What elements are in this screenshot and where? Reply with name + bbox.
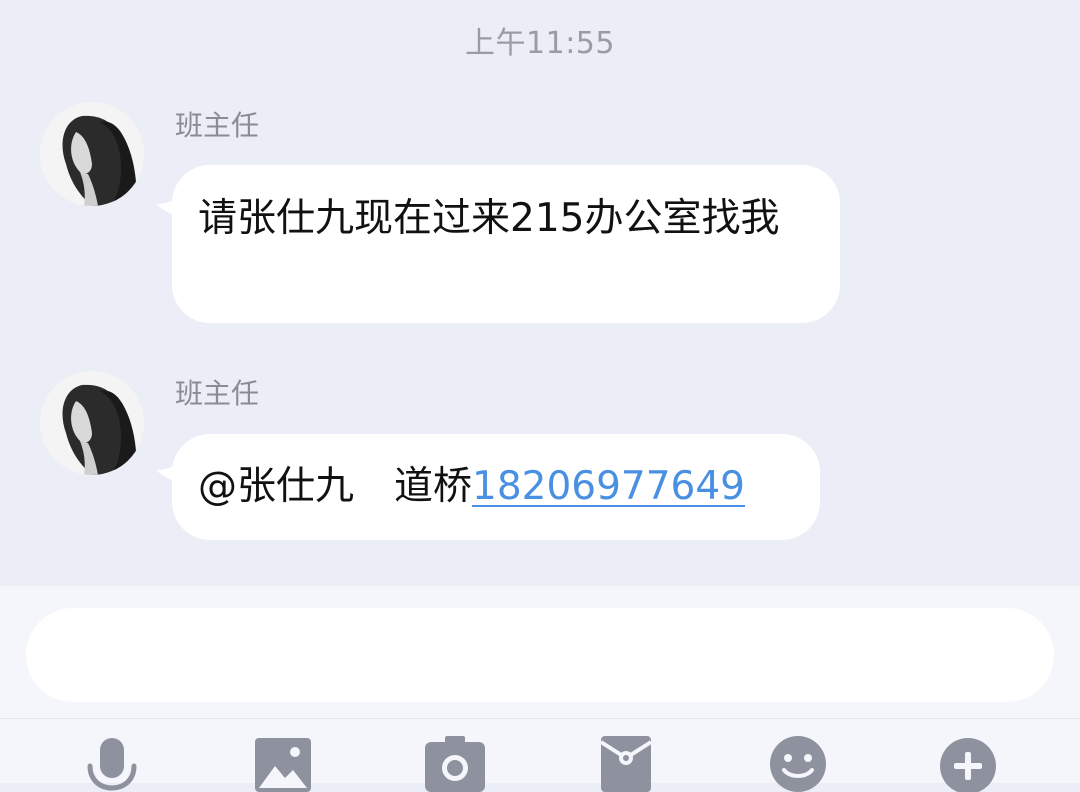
voice-button[interactable]: [80, 732, 144, 792]
red-packet-button[interactable]: [595, 732, 659, 792]
phone-number-link[interactable]: 18206977649: [472, 464, 745, 509]
message-text: 道桥: [394, 464, 473, 509]
sender-name: 班主任: [175, 377, 260, 410]
toolbar-divider: [0, 718, 1080, 719]
sender-avatar[interactable]: [40, 102, 144, 206]
sender-avatar[interactable]: [40, 371, 144, 475]
message-bubble[interactable]: @张仕九 道桥18206977649: [172, 434, 820, 540]
red-packet-icon: [599, 736, 653, 792]
more-button[interactable]: [936, 732, 1000, 792]
camera-button[interactable]: [423, 732, 487, 792]
image-button[interactable]: [251, 732, 315, 792]
sender-name: 班主任: [175, 109, 260, 142]
emoji-icon: [770, 736, 826, 792]
mention-link[interactable]: @张仕九: [198, 464, 354, 509]
message-text: 请张仕九现在过来215办公室找我: [198, 196, 780, 241]
message-timestamp: 上午11:55: [465, 26, 615, 61]
chat-message-area[interactable]: 上午11:55 班主任 请张仕九现在过来215办公室找我 班主任 @张仕九 道桥1…: [0, 0, 1080, 586]
image-icon: [255, 738, 311, 792]
emoji-button[interactable]: [766, 732, 830, 792]
message-input[interactable]: [26, 608, 1054, 702]
input-panel: [0, 586, 1080, 792]
message-bubble[interactable]: 请张仕九现在过来215办公室找我: [172, 165, 840, 323]
microphone-icon: [87, 738, 137, 791]
plus-icon: [940, 738, 996, 792]
camera-icon: [425, 736, 485, 792]
